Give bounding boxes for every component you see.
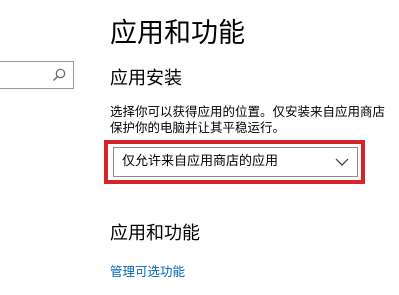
app-install-description: 选择你可以获得应用的位置。仅安装来自应用商店 保护你的电脑并让其平稳运行。: [110, 104, 399, 136]
apps-features-heading: 应用和功能: [110, 223, 200, 244]
search-icon[interactable]: [51, 67, 67, 83]
search-input[interactable]: [0, 61, 74, 89]
page-title: 应用和功能: [110, 18, 245, 49]
dropdown-selected-value: 仅允许来自应用商店的应用: [122, 154, 279, 169]
manage-optional-features-link[interactable]: 管理可选功能: [110, 264, 185, 280]
app-install-heading: 应用安装: [110, 68, 182, 89]
chevron-down-icon: [335, 158, 349, 166]
description-line: 保护你的电脑并让其平稳运行。: [110, 120, 286, 135]
description-line: 选择你可以获得应用的位置。仅安装来自应用商店: [110, 104, 386, 119]
app-source-dropdown[interactable]: 仅允许来自应用商店的应用: [113, 147, 358, 177]
